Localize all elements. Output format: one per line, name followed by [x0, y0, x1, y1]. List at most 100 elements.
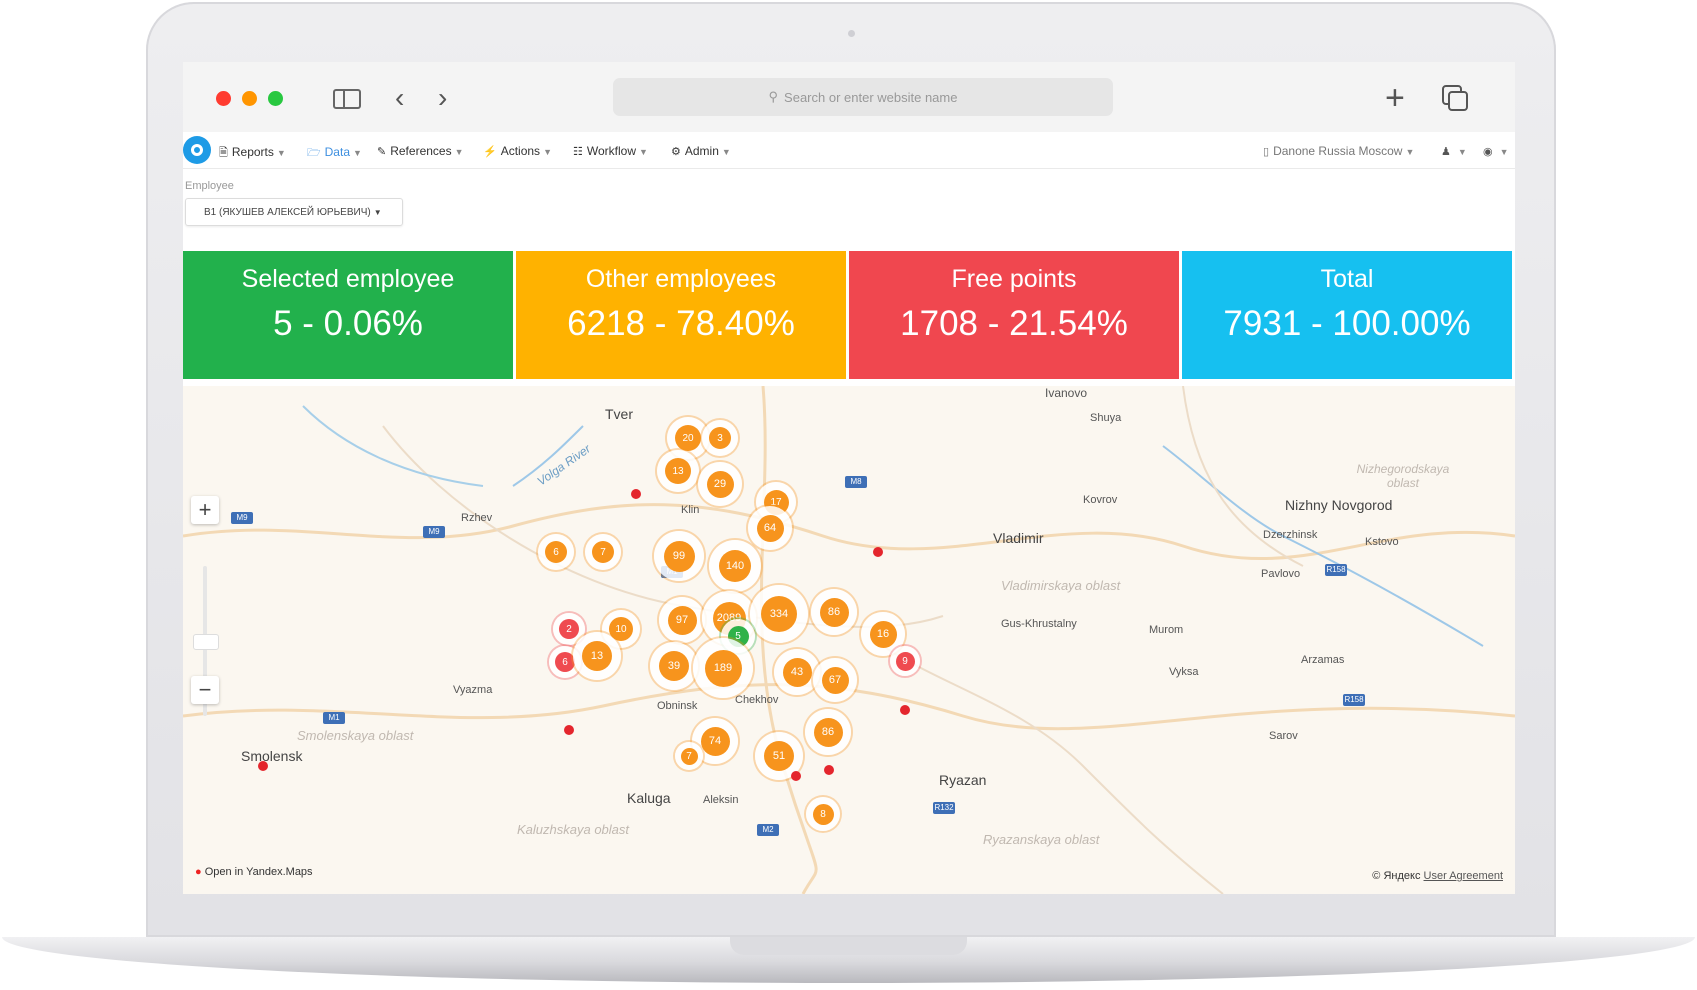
cluster-count: 8 [820, 808, 826, 820]
free-point-cluster[interactable]: 9 [890, 646, 920, 676]
nav-data[interactable]: 🗁 Data ▼ [307, 144, 362, 163]
map-label-vladimir: Vladimir [993, 530, 1044, 546]
cluster-count: 43 [790, 666, 804, 678]
cluster-marker[interactable]: 334 [750, 585, 808, 643]
new-tab-icon[interactable]: + [1385, 81, 1405, 115]
zoom-slider-handle[interactable] [193, 634, 219, 650]
tabs-overview-icon[interactable] [1441, 84, 1469, 112]
chevron-down-icon: ▼ [639, 147, 648, 157]
cluster-count: 6 [553, 546, 559, 558]
user-menu[interactable]: ♟ ▼ [1441, 144, 1467, 158]
language-menu[interactable]: ◉ ▼ [1483, 144, 1509, 158]
nav-references[interactable]: ✎ References ▼ [377, 144, 464, 158]
cluster-marker[interactable]: 189 [693, 638, 753, 698]
company-label: Danone Russia Moscow [1273, 144, 1403, 158]
map-label-klin: Klin [681, 504, 700, 516]
cluster-marker[interactable]: 13 [573, 632, 621, 680]
employee-select[interactable]: B1 (ЯКУШЕВ АЛЕКСЕЙ ЮРЬЕВИЧ) ▼ [185, 198, 403, 226]
chevron-down-icon: ▼ [373, 207, 382, 217]
cluster-marker[interactable]: 140 [709, 540, 761, 592]
free-point-marker[interactable] [258, 761, 268, 771]
nav-actions-label: Actions [500, 144, 541, 158]
free-point-marker[interactable] [564, 725, 574, 735]
screen: ‹ › ⚲ Search or enter website name + 🗎 Re… [183, 62, 1515, 894]
cluster-marker[interactable]: 86 [811, 589, 857, 635]
minimize-window-button[interactable] [242, 91, 257, 106]
cluster-marker[interactable]: 67 [813, 658, 857, 702]
cluster-marker[interactable]: 13 [657, 450, 699, 492]
cluster-count: 9 [902, 655, 908, 667]
chevron-down-icon: ▼ [1405, 147, 1415, 157]
cluster-marker[interactable]: 86 [805, 709, 851, 755]
cluster-marker[interactable]: 29 [698, 462, 742, 506]
search-icon: ⚲ [768, 89, 779, 104]
cluster-count: 189 [713, 662, 733, 674]
map-label-obninsk: Obninsk [657, 700, 698, 712]
gear-icon: ⚙ [671, 146, 681, 158]
cluster-count: 39 [667, 660, 681, 672]
map-label-kstovo: Kstovo [1365, 536, 1399, 548]
chevron-down-icon: ▼ [353, 148, 362, 158]
user-agreement-link[interactable]: User Agreement [1424, 870, 1503, 882]
cluster-count: 99 [672, 550, 686, 562]
nav-admin-label: Admin [684, 144, 719, 158]
back-icon[interactable]: ‹ [395, 84, 404, 112]
close-window-button[interactable] [216, 91, 231, 106]
globe-icon: ◉ [1483, 146, 1493, 158]
nav-admin[interactable]: ⚙ Admin ▼ [671, 144, 731, 158]
cluster-count: 334 [769, 608, 789, 620]
cluster-marker[interactable]: 43 [774, 649, 820, 695]
kpi-value: 5 - 0.06% [273, 304, 423, 343]
free-point-marker[interactable] [900, 705, 910, 715]
cluster-marker[interactable]: 64 [748, 506, 792, 550]
browser-toolbar: ‹ › ⚲ Search or enter website name + [183, 62, 1515, 132]
zoom-in-button[interactable]: + [191, 496, 219, 524]
cluster-count: 10 [615, 623, 627, 635]
free-point-marker[interactable] [824, 765, 834, 775]
cluster-count: 140 [725, 560, 745, 572]
map-label-ivanovo: Ivanovo [1045, 386, 1088, 400]
chevron-down-icon: ▼ [454, 147, 464, 157]
map-background [183, 386, 1515, 894]
copyright-text: © Яндекс [1372, 870, 1421, 882]
cluster-marker[interactable]: 8 [806, 797, 840, 831]
route-badge: M1 [323, 712, 345, 724]
app-logo[interactable] [183, 136, 211, 164]
free-point-marker[interactable] [791, 771, 801, 781]
sidebar-toggle-icon[interactable] [333, 89, 361, 109]
cluster-count: 67 [828, 674, 842, 686]
address-bar[interactable]: ⚲ Search or enter website name [613, 78, 1113, 116]
cluster-count: 74 [708, 735, 722, 747]
nav-actions[interactable]: ⚡ Actions ▼ [483, 144, 552, 158]
map-label-murom: Murom [1149, 624, 1184, 636]
open-in-yandex-link[interactable]: ● Open in Yandex.Maps [195, 866, 313, 878]
cluster-marker[interactable]: 7 [675, 742, 703, 770]
map-pin-icon: ● [195, 866, 202, 878]
map-label-sarov: Sarov [1269, 730, 1298, 742]
document-icon: 🗎 [219, 147, 228, 159]
cluster-marker[interactable]: 97 [659, 597, 705, 643]
maximize-window-button[interactable] [268, 91, 283, 106]
kpi-value: 6218 - 78.40% [567, 304, 795, 343]
cluster-marker[interactable]: 99 [654, 531, 704, 581]
route-badge: M8 [845, 476, 867, 488]
cluster-marker[interactable]: 39 [650, 642, 698, 690]
cluster-marker[interactable]: 7 [585, 534, 621, 570]
cluster-marker[interactable]: 3 [702, 420, 738, 456]
zoom-out-button[interactable]: − [191, 676, 219, 704]
nav-reports[interactable]: 🗎 Reports ▼ [219, 144, 286, 163]
nav-workflow[interactable]: ☷ Workflow ▼ [573, 144, 648, 158]
cluster-count: 20 [682, 432, 694, 444]
cluster-marker[interactable]: 6 [538, 534, 574, 570]
free-point-marker[interactable] [873, 547, 883, 557]
free-point-marker[interactable] [631, 489, 641, 499]
forward-icon[interactable]: › [438, 84, 447, 112]
user-icon: ♟ [1441, 146, 1451, 158]
map-label-ryazanskaya-oblast: Ryazanskaya oblast [983, 832, 1100, 847]
kpi-free-points: Free points 1708 - 21.54% [849, 251, 1179, 379]
kpi-other-employees: Other employees 6218 - 78.40% [516, 251, 846, 379]
kpi-total: Total 7931 - 100.00% [1182, 251, 1512, 379]
company-selector[interactable]: ▯ Danone Russia Moscow ▼ [1263, 144, 1414, 158]
map[interactable]: Tver Volga River Ivanovo Shuya Nizhegoro… [183, 386, 1515, 894]
map-label-gus-khrustalny: Gus-Khrustalny [1001, 618, 1077, 630]
